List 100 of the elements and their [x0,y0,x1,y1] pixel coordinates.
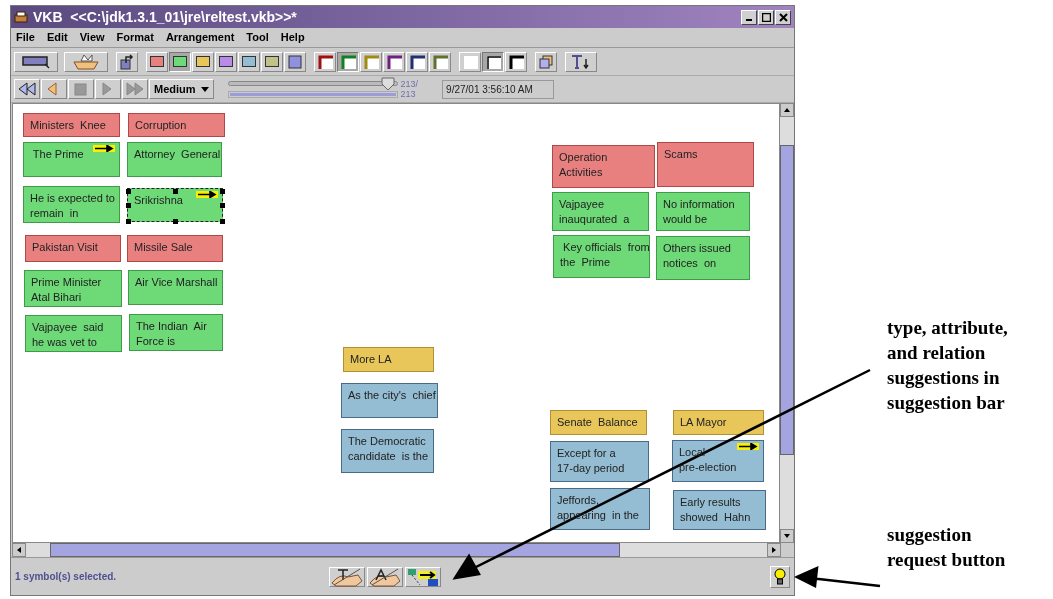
scroll-up-icon[interactable] [780,103,794,117]
fill-color-button[interactable] [169,51,191,72]
note-card[interactable]: The Prime [23,142,120,177]
note-card[interactable]: Scams [657,142,754,187]
scroll-down-icon[interactable] [780,529,794,543]
scroll-thumb[interactable] [50,543,620,557]
maximize-button[interactable] [758,9,774,25]
border-width-icon [462,54,478,69]
status-text: 1 symbol(s) selected. [15,570,118,584]
card-text: The Prime [31,148,84,160]
card-text: Prime Minister Atal Bihari [31,276,102,303]
note-card[interactable]: Vajpayee said he was vet to [25,315,122,352]
card-text: Ministers Knee [30,119,106,131]
note-card[interactable]: Attorney General [127,142,222,177]
selection-handle[interactable] [173,219,178,224]
speed-dropdown[interactable]: Medium [149,79,214,99]
suggestion-button[interactable] [405,566,441,587]
caret-icon [200,86,209,92]
scroll-left-icon[interactable] [12,543,26,557]
layers-icon [539,54,553,69]
note-card[interactable]: Vajpayee inauqurated a [552,192,649,231]
square-icon [288,54,302,69]
menu-item[interactable]: View [79,29,105,46]
rewind-icon [17,81,37,97]
suggestion-button[interactable] [367,566,403,587]
card-text: Scams [664,148,698,160]
note-card[interactable]: Air Vice Marshall [128,270,223,305]
card-text: Operation Activities [559,151,608,178]
note-card[interactable]: Early results showed Hahn [673,490,766,530]
card-text: Key officials from the Prime [560,241,650,268]
window-title: VKB <<C:\jdk1.3.1_01\jre\reltest.vkb>>* [33,7,297,27]
selection-handle[interactable] [220,189,225,195]
rectangle-tool-icon [21,54,51,69]
text-button[interactable] [565,51,597,72]
card-text: The Democratic candidate is the [348,435,429,462]
note-card[interactable]: Others issued notices on [656,236,750,280]
app-logo-icon [14,11,28,23]
annotation-text: type, attribute, and relation suggestions in suggestion bar [887,316,1008,415]
suggestion-request-button[interactable] [770,565,790,588]
scroll-thumb[interactable] [780,145,794,455]
export-icon [119,53,135,70]
note-card[interactable]: Prime Minister Atal Bihari [24,270,122,307]
menu-item[interactable]: Tool [246,29,269,46]
note-card[interactable]: The Indian Air Force is [129,314,223,351]
selection-handle[interactable] [220,219,225,224]
menu-item[interactable]: Help [280,29,305,46]
menu-item[interactable]: Arrangement [165,29,235,46]
relation-arrow-icon [406,566,440,587]
vertical-scrollbar[interactable] [780,103,794,543]
note-card[interactable]: Pakistan Visit [25,235,121,262]
card-text: Vajpayee said he was vet to [32,321,104,348]
close-button[interactable] [775,9,791,25]
selection-handle[interactable] [220,203,225,208]
selection-handle[interactable] [173,189,178,195]
card-text: Srikrishna [134,194,183,206]
tool-button[interactable] [116,51,138,72]
fill-style-button[interactable] [284,51,306,72]
card-text: More LA [350,353,392,365]
note-card[interactable]: Operation Activities [552,145,655,188]
card-text: He is expected to remain in [30,192,115,219]
minimize-button[interactable] [741,9,757,25]
suggestion-button[interactable] [329,566,365,587]
card-text: Except for a 17-day period [557,447,625,474]
note-card[interactable]: Senate Balance [550,410,647,435]
timestamp-field[interactable]: 9/27/01 3:56:10 AM [442,79,555,99]
menu-item[interactable]: File [16,29,35,46]
note-card[interactable]: LA Mayor [673,410,764,435]
border-width-icon [508,54,524,69]
horizontal-scrollbar[interactable] [12,543,781,557]
scroll-right-icon[interactable] [767,543,781,557]
playback-button[interactable] [14,79,40,99]
selection-handle[interactable] [126,189,132,195]
note-card[interactable]: Except for a 17-day period [550,441,649,482]
border-width-button[interactable] [482,51,504,72]
menu-item[interactable]: Edit [46,29,68,46]
card-text: Others issued notices on [663,242,731,269]
note-card[interactable]: Key officials from the Prime [553,235,650,278]
layer-button[interactable] [535,51,557,72]
card-text: Air Vice Marshall [135,276,218,288]
note-card[interactable]: More LA [343,347,434,372]
tool-button[interactable] [14,51,58,72]
note-card[interactable]: Ministers Knee [23,113,120,137]
note-card[interactable]: Srikrishna [127,188,223,222]
card-text: Early results showed Hahn [680,496,751,523]
card-text: Attorney General [134,148,221,160]
note-card[interactable]: No information would be [656,192,750,231]
selection-handle[interactable] [126,219,132,224]
basket-icon [72,53,100,70]
card-text: Vajpayee inauqurated a [559,198,630,225]
note-card[interactable]: Missile Sale [127,235,223,262]
note-card[interactable]: As the city's chief [341,383,438,418]
close-icon [778,12,788,22]
selection-handle[interactable] [126,203,132,208]
maximize-icon [761,12,771,22]
note-card[interactable]: He is expected to remain in [23,186,120,223]
note-card[interactable]: The Democratic candidate is the [341,429,434,473]
note-card[interactable]: Corruption [128,113,225,137]
hand-letter-t-icon [330,566,364,587]
menu-item[interactable]: Format [116,29,154,46]
card-text: Pakistan Visit [32,241,98,253]
